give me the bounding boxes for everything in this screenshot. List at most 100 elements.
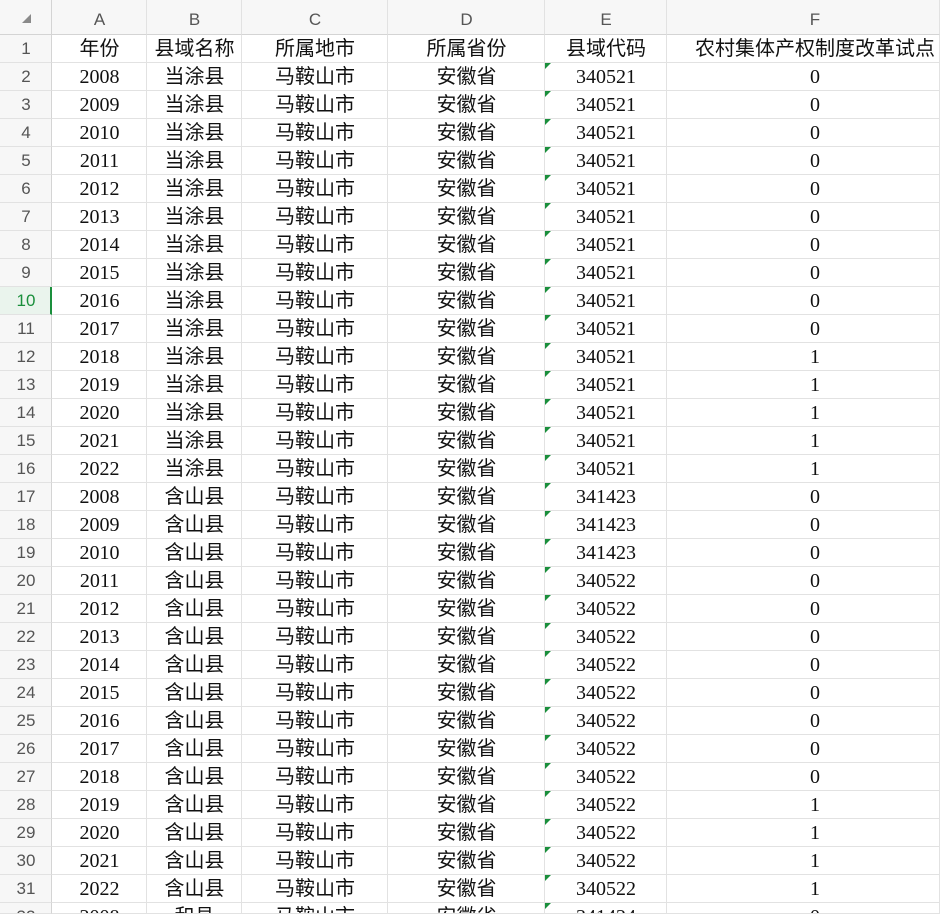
cell-B15[interactable]: 当涂县 (147, 427, 242, 455)
cell-D11[interactable]: 安徽省 (388, 315, 545, 343)
row-header-3[interactable]: 3 (0, 91, 52, 119)
cell-D32[interactable]: 安徽省 (388, 903, 545, 914)
cell-A29[interactable]: 2020 (52, 819, 147, 847)
cell-A10[interactable]: 2016 (52, 287, 147, 315)
cell-B29[interactable]: 含山县 (147, 819, 242, 847)
cell-B20[interactable]: 含山县 (147, 567, 242, 595)
cell-C29[interactable]: 马鞍山市 (242, 819, 388, 847)
cell-D15[interactable]: 安徽省 (388, 427, 545, 455)
cell-C26[interactable]: 马鞍山市 (242, 735, 388, 763)
cell-F23[interactable]: 0 (667, 651, 940, 679)
cell-F5[interactable]: 0 (667, 147, 940, 175)
cell-E21[interactable]: 340522 (545, 595, 667, 623)
cell-B25[interactable]: 含山县 (147, 707, 242, 735)
cell-A27[interactable]: 2018 (52, 763, 147, 791)
cell-A3[interactable]: 2009 (52, 91, 147, 119)
cell-D7[interactable]: 安徽省 (388, 203, 545, 231)
cell-B9[interactable]: 当涂县 (147, 259, 242, 287)
cell-F13[interactable]: 1 (667, 371, 940, 399)
row-header-31[interactable]: 31 (0, 875, 52, 903)
row-header-22[interactable]: 22 (0, 623, 52, 651)
cell-E14[interactable]: 340521 (545, 399, 667, 427)
cell-A23[interactable]: 2014 (52, 651, 147, 679)
cell-D5[interactable]: 安徽省 (388, 147, 545, 175)
row-header-30[interactable]: 30 (0, 847, 52, 875)
cell-C22[interactable]: 马鞍山市 (242, 623, 388, 651)
cell-B19[interactable]: 含山县 (147, 539, 242, 567)
column-header-A[interactable]: A (52, 0, 147, 35)
number-stored-as-text-indicator-icon[interactable] (545, 623, 551, 629)
cell-C13[interactable]: 马鞍山市 (242, 371, 388, 399)
cell-C28[interactable]: 马鞍山市 (242, 791, 388, 819)
column-header-C[interactable]: C (242, 0, 388, 35)
cell-A4[interactable]: 2010 (52, 119, 147, 147)
row-header-20[interactable]: 20 (0, 567, 52, 595)
cell-A7[interactable]: 2013 (52, 203, 147, 231)
row-header-8[interactable]: 8 (0, 231, 52, 259)
cell-C27[interactable]: 马鞍山市 (242, 763, 388, 791)
cell-D28[interactable]: 安徽省 (388, 791, 545, 819)
row-header-26[interactable]: 26 (0, 735, 52, 763)
cell-B16[interactable]: 当涂县 (147, 455, 242, 483)
cell-E31[interactable]: 340522 (545, 875, 667, 903)
row-header-6[interactable]: 6 (0, 175, 52, 203)
cell-F7[interactable]: 0 (667, 203, 940, 231)
number-stored-as-text-indicator-icon[interactable] (545, 287, 551, 293)
number-stored-as-text-indicator-icon[interactable] (545, 707, 551, 713)
cell-F2[interactable]: 0 (667, 63, 940, 91)
cell-E24[interactable]: 340522 (545, 679, 667, 707)
column-header-D[interactable]: D (388, 0, 545, 35)
row-header-10[interactable]: 10 (0, 287, 52, 315)
cell-B5[interactable]: 当涂县 (147, 147, 242, 175)
cell-E23[interactable]: 340522 (545, 651, 667, 679)
number-stored-as-text-indicator-icon[interactable] (545, 231, 551, 237)
cell-B7[interactable]: 当涂县 (147, 203, 242, 231)
cell-C31[interactable]: 马鞍山市 (242, 875, 388, 903)
cell-C23[interactable]: 马鞍山市 (242, 651, 388, 679)
cell-B22[interactable]: 含山县 (147, 623, 242, 651)
row-header-21[interactable]: 21 (0, 595, 52, 623)
cell-E30[interactable]: 340522 (545, 847, 667, 875)
cell-D27[interactable]: 安徽省 (388, 763, 545, 791)
row-header-28[interactable]: 28 (0, 791, 52, 819)
cell-A2[interactable]: 2008 (52, 63, 147, 91)
number-stored-as-text-indicator-icon[interactable] (545, 847, 551, 853)
cell-E16[interactable]: 340521 (545, 455, 667, 483)
cell-B23[interactable]: 含山县 (147, 651, 242, 679)
cell-A13[interactable]: 2019 (52, 371, 147, 399)
cell-B27[interactable]: 含山县 (147, 763, 242, 791)
cell-A31[interactable]: 2022 (52, 875, 147, 903)
cell-D31[interactable]: 安徽省 (388, 875, 545, 903)
select-all-corner[interactable] (0, 0, 52, 35)
number-stored-as-text-indicator-icon[interactable] (545, 259, 551, 265)
cell-D29[interactable]: 安徽省 (388, 819, 545, 847)
number-stored-as-text-indicator-icon[interactable] (545, 819, 551, 825)
cell-F28[interactable]: 1 (667, 791, 940, 819)
cell-D16[interactable]: 安徽省 (388, 455, 545, 483)
cell-A22[interactable]: 2013 (52, 623, 147, 651)
cell-F4[interactable]: 0 (667, 119, 940, 147)
cell-B1[interactable]: 县域名称 (147, 35, 242, 63)
cell-E2[interactable]: 340521 (545, 63, 667, 91)
number-stored-as-text-indicator-icon[interactable] (545, 903, 551, 909)
cell-C4[interactable]: 马鞍山市 (242, 119, 388, 147)
cell-A16[interactable]: 2022 (52, 455, 147, 483)
cell-E18[interactable]: 341423 (545, 511, 667, 539)
cell-D12[interactable]: 安徽省 (388, 343, 545, 371)
row-header-25[interactable]: 25 (0, 707, 52, 735)
number-stored-as-text-indicator-icon[interactable] (545, 875, 551, 881)
cell-E17[interactable]: 341423 (545, 483, 667, 511)
cell-D8[interactable]: 安徽省 (388, 231, 545, 259)
cell-C19[interactable]: 马鞍山市 (242, 539, 388, 567)
number-stored-as-text-indicator-icon[interactable] (545, 63, 551, 69)
cell-F1[interactable]: 农村集体产权制度改革试点 (667, 35, 940, 63)
cell-F21[interactable]: 0 (667, 595, 940, 623)
cell-E3[interactable]: 340521 (545, 91, 667, 119)
cell-F29[interactable]: 1 (667, 819, 940, 847)
row-header-7[interactable]: 7 (0, 203, 52, 231)
cell-A25[interactable]: 2016 (52, 707, 147, 735)
row-header-13[interactable]: 13 (0, 371, 52, 399)
cell-C30[interactable]: 马鞍山市 (242, 847, 388, 875)
number-stored-as-text-indicator-icon[interactable] (545, 735, 551, 741)
cell-F27[interactable]: 0 (667, 763, 940, 791)
